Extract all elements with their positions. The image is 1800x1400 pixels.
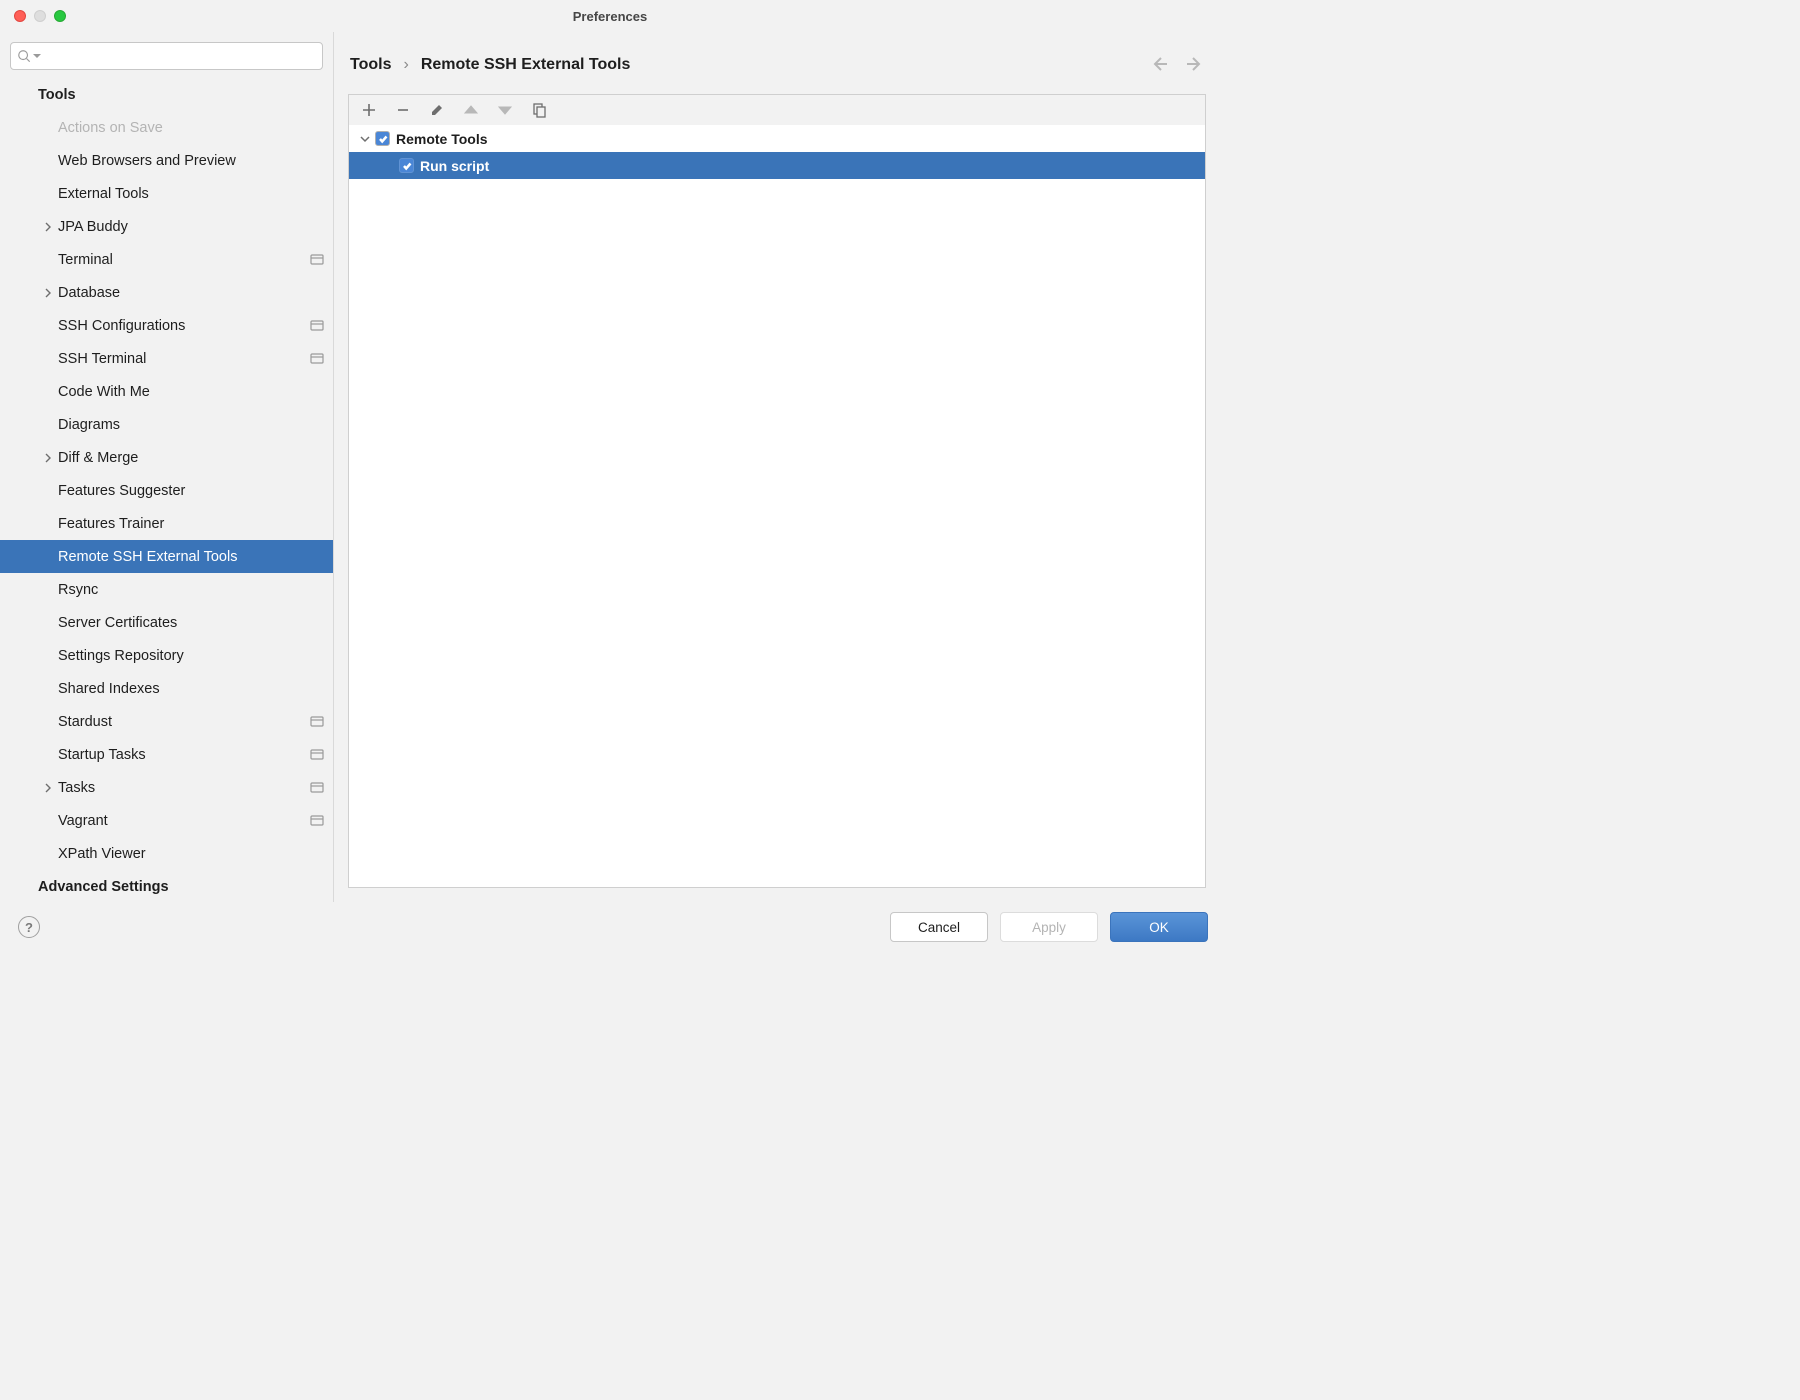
tree-section-label: Tools: [38, 87, 76, 103]
nav-forward-button[interactable]: [1186, 55, 1204, 76]
group-name: Remote Tools: [396, 131, 488, 147]
tool-name: Run script: [420, 158, 489, 174]
project-scope-icon: [310, 254, 324, 265]
sidebar-item-label: Remote SSH External Tools: [58, 549, 309, 565]
chevron-right-icon: [43, 222, 53, 232]
breadcrumb-sep: ›: [403, 56, 408, 74]
sidebar-item[interactable]: Actions on Save: [0, 111, 333, 144]
sidebar-item-label: XPath Viewer: [58, 846, 309, 862]
sidebar-item[interactable]: Diff & Merge: [0, 441, 333, 474]
chevron-right-icon: [43, 783, 53, 793]
preferences-window: Preferences Tools Actions on Save Web Bro…: [0, 0, 1220, 952]
sidebar-item[interactable]: Code With Me: [0, 375, 333, 408]
copy-button[interactable]: [531, 102, 547, 118]
settings-tree[interactable]: Tools Actions on Save Web Browsers and Pr…: [0, 76, 333, 902]
project-scope-icon: [310, 815, 324, 826]
sidebar-item-label: Startup Tasks: [58, 747, 309, 763]
sidebar-item-label: Server Certificates: [58, 615, 309, 631]
sidebar-item[interactable]: Features Suggester: [0, 474, 333, 507]
sidebar-item[interactable]: Remote SSH External Tools: [0, 540, 333, 573]
sidebar-item-label: JPA Buddy: [58, 219, 309, 235]
project-scope-icon: [310, 716, 324, 727]
sidebar-item[interactable]: Database: [0, 276, 333, 309]
sidebar-item-label: Features Suggester: [58, 483, 309, 499]
sidebar-item-label: External Tools: [58, 186, 309, 202]
sidebar-item-label: Settings Repository: [58, 648, 309, 664]
help-button[interactable]: ?: [18, 916, 40, 938]
sidebar-item[interactable]: JPA Buddy: [0, 210, 333, 243]
sidebar-item-label: Tasks: [58, 780, 309, 796]
breadcrumb: Tools › Remote SSH External Tools: [350, 56, 630, 74]
sidebar-item[interactable]: Shared Indexes: [0, 672, 333, 705]
sidebar-item-label: SSH Terminal: [58, 351, 309, 367]
sidebar-item-label: Web Browsers and Preview: [58, 153, 309, 169]
apply-button[interactable]: Apply: [1000, 912, 1098, 942]
sidebar-item[interactable]: Stardust: [0, 705, 333, 738]
sidebar-item[interactable]: SSH Terminal: [0, 342, 333, 375]
tool-checkbox[interactable]: [399, 158, 414, 173]
window-title: Preferences: [0, 9, 1220, 24]
sidebar-item[interactable]: Terminal: [0, 243, 333, 276]
tools-list[interactable]: Remote Tools Run script: [349, 125, 1205, 887]
sidebar-item[interactable]: External Tools: [0, 177, 333, 210]
sidebar-item[interactable]: Vagrant: [0, 804, 333, 837]
remove-button[interactable]: [395, 102, 411, 118]
tools-panel: Remote Tools Run script: [348, 94, 1206, 888]
sidebar-item-label: Code With Me: [58, 384, 309, 400]
sidebar-item-label: Diagrams: [58, 417, 309, 433]
project-scope-icon: [310, 782, 324, 793]
tool-item-row[interactable]: Run script: [349, 152, 1205, 179]
chevron-down-icon[interactable]: [357, 134, 373, 144]
tool-group-row[interactable]: Remote Tools: [349, 125, 1205, 152]
move-up-button[interactable]: [463, 102, 479, 118]
breadcrumb-leaf: Remote SSH External Tools: [421, 56, 631, 74]
sidebar-item[interactable]: Diagrams: [0, 408, 333, 441]
content-panel: Tools › Remote SSH External Tools: [334, 32, 1220, 902]
chevron-right-icon: [43, 453, 53, 463]
sidebar-item[interactable]: Server Certificates: [0, 606, 333, 639]
sidebar-item[interactable]: Tasks: [0, 771, 333, 804]
search-icon: [17, 49, 31, 63]
project-scope-icon: [310, 749, 324, 760]
sidebar-item-label: Diff & Merge: [58, 450, 309, 466]
search-dropdown-icon[interactable]: [33, 52, 41, 60]
group-checkbox[interactable]: [375, 131, 390, 146]
main-split: Tools Actions on Save Web Browsers and Pr…: [0, 32, 1220, 902]
ok-button[interactable]: OK: [1110, 912, 1208, 942]
nav-back-button[interactable]: [1150, 55, 1168, 76]
sidebar-item[interactable]: Settings Repository: [0, 639, 333, 672]
project-scope-icon: [310, 320, 324, 331]
sidebar-item[interactable]: SSH Configurations: [0, 309, 333, 342]
cancel-button[interactable]: Cancel: [890, 912, 988, 942]
sidebar-item[interactable]: Web Browsers and Preview: [0, 144, 333, 177]
move-down-button[interactable]: [497, 102, 513, 118]
tree-section-advanced[interactable]: Advanced Settings: [0, 870, 333, 902]
chevron-right-icon: [43, 288, 53, 298]
sidebar-item[interactable]: Startup Tasks: [0, 738, 333, 771]
sidebar-item-label: SSH Configurations: [58, 318, 309, 334]
sidebar-item-label: Stardust: [58, 714, 309, 730]
tree-section-tools[interactable]: Tools: [0, 78, 333, 111]
sidebar-item[interactable]: XPath Viewer: [0, 837, 333, 870]
edit-button[interactable]: [429, 102, 445, 118]
sidebar-item-label: Database: [58, 285, 309, 301]
sidebar: Tools Actions on Save Web Browsers and Pr…: [0, 32, 334, 902]
add-button[interactable]: [361, 102, 377, 118]
sidebar-item-label: Shared Indexes: [58, 681, 309, 697]
tree-section-label: Advanced Settings: [38, 879, 169, 895]
sidebar-item-label: Vagrant: [58, 813, 309, 829]
sidebar-item[interactable]: Features Trainer: [0, 507, 333, 540]
sidebar-item-label: Terminal: [58, 252, 309, 268]
sidebar-item-label: Actions on Save: [58, 120, 309, 136]
titlebar: Preferences: [0, 0, 1220, 32]
search-input[interactable]: [43, 49, 316, 64]
project-scope-icon: [310, 353, 324, 364]
tools-toolbar: [349, 95, 1205, 125]
breadcrumb-root[interactable]: Tools: [350, 56, 391, 74]
search-box[interactable]: [10, 42, 323, 70]
footer: ? Cancel Apply OK: [0, 902, 1220, 952]
sidebar-item-label: Rsync: [58, 582, 309, 598]
sidebar-item[interactable]: Rsync: [0, 573, 333, 606]
sidebar-item-label: Features Trainer: [58, 516, 309, 532]
